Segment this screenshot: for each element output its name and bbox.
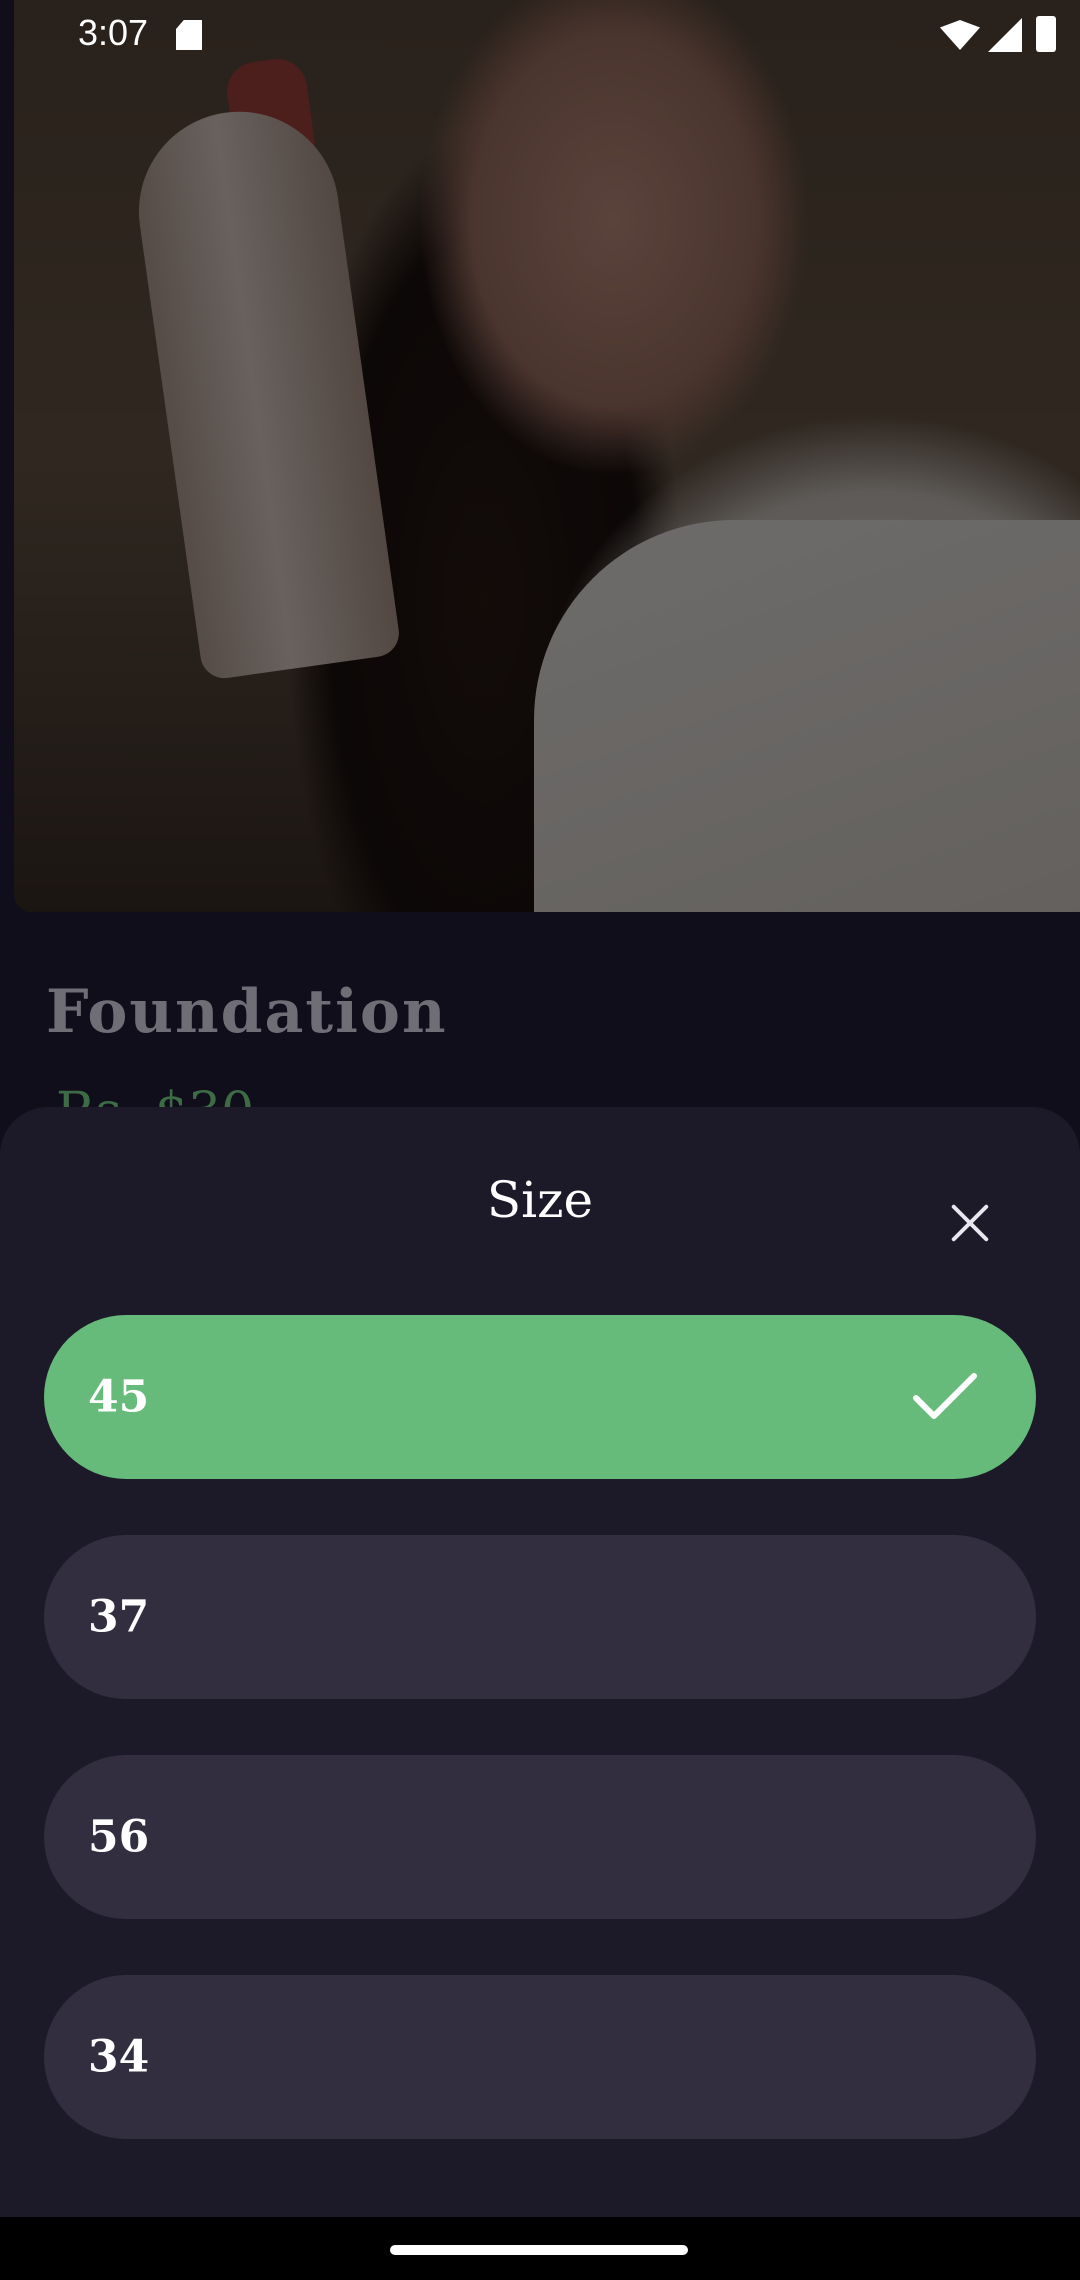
screen: 3:07 Foundation Rs. $30 Size 45 37	[0, 0, 1080, 2280]
sheet-title: Size	[486, 1171, 594, 1229]
close-button[interactable]	[930, 1183, 1010, 1263]
size-option-56[interactable]: 56	[44, 1755, 1036, 1919]
sd-card-icon	[176, 20, 202, 50]
size-option-label: 56	[88, 1811, 150, 1863]
close-icon	[950, 1203, 990, 1243]
size-bottom-sheet: Size 45 37 56 34	[0, 1107, 1080, 2217]
cell-signal-icon	[988, 18, 1022, 52]
status-time: 3:07	[78, 12, 149, 53]
size-option-label: 45	[88, 1371, 150, 1423]
size-option-label: 34	[88, 2031, 150, 2083]
size-option-34[interactable]: 34	[44, 1975, 1036, 2139]
size-option-37[interactable]: 37	[44, 1535, 1036, 1699]
product-title: Foundation	[46, 977, 448, 1047]
wifi-icon	[940, 20, 980, 50]
check-icon	[913, 1373, 977, 1419]
size-option-label: 37	[88, 1591, 150, 1643]
scrim-overlay	[14, 0, 1080, 912]
navigation-bar	[0, 2217, 1080, 2280]
home-indicator[interactable]	[390, 2245, 688, 2255]
size-option-45[interactable]: 45	[44, 1315, 1036, 1479]
status-bar: 3:07	[0, 0, 1080, 70]
size-options-list: 45 37 56 34	[44, 1315, 1036, 2195]
battery-icon	[1036, 16, 1056, 52]
status-icons	[940, 14, 1080, 54]
product-image	[14, 0, 1080, 912]
